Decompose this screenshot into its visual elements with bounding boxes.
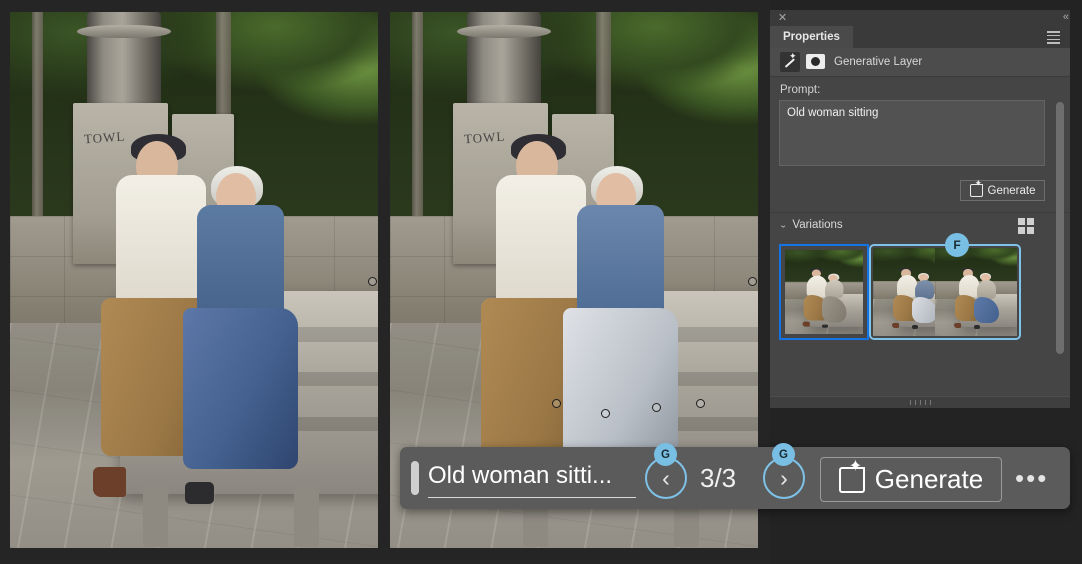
- variation-thumb-2[interactable]: [931, 244, 1021, 340]
- generate-button-label: Generate: [987, 184, 1036, 197]
- chevron-down-icon[interactable]: ⌄: [779, 221, 787, 230]
- tree-trunk: [32, 12, 44, 227]
- selection-handle-right-middle[interactable]: [748, 277, 757, 286]
- generate-taskbar-label: Generate: [874, 464, 984, 494]
- shortcut-badge-g-next: G: [772, 443, 795, 466]
- taskbar-prompt-underline: [428, 497, 636, 499]
- layer-mask-icon[interactable]: [806, 54, 825, 69]
- selection-handle[interactable]: [652, 403, 661, 412]
- variations-row: F: [770, 233, 1070, 344]
- generate-sparkle-icon: [969, 178, 983, 197]
- app-root: TOWL TOWL ✕ « Properties ✦ Generative La…: [0, 0, 1082, 564]
- variation-thumb-image: [935, 248, 1017, 336]
- more-options-icon[interactable]: •••: [1015, 465, 1048, 491]
- selection-handle[interactable]: [601, 409, 610, 418]
- variations-label: Variations: [792, 219, 843, 231]
- contextual-taskbar[interactable]: Old woman sitti... ‹ G 3/3 › G Generate …: [400, 443, 1070, 509]
- variations-header[interactable]: ⌄ Variations: [779, 219, 843, 231]
- photo-before: TOWL: [10, 12, 378, 548]
- shortcut-badge-g-prev: G: [654, 443, 677, 466]
- panel-divider: [770, 212, 1070, 213]
- panel-menu-icon[interactable]: [1047, 31, 1060, 44]
- tree-trunk: [412, 12, 424, 227]
- panel-resize-bar[interactable]: [770, 396, 1070, 408]
- layer-name: Generative Layer: [834, 56, 923, 68]
- selection-handle[interactable]: [696, 399, 705, 408]
- generate-sparkle-icon: [838, 456, 865, 493]
- properties-panel-body: Generative Layer Prompt: Old woman sitti…: [770, 48, 1070, 396]
- drag-grip-icon[interactable]: [411, 461, 419, 495]
- close-icon[interactable]: ✕: [776, 12, 789, 25]
- selection-handle-right-middle[interactable]: [368, 277, 377, 286]
- generative-layer-row[interactable]: Generative Layer: [770, 48, 1070, 77]
- prompt-input[interactable]: Old woman sitting: [779, 100, 1045, 166]
- collapse-panel-icon[interactable]: «: [1063, 11, 1069, 23]
- panel-grip-icon: [910, 400, 934, 405]
- document-image-before[interactable]: TOWL: [10, 12, 378, 548]
- variations-generated-group[interactable]: [869, 244, 1021, 340]
- panel-tab-row: Properties: [770, 26, 1070, 49]
- generate-button-panel[interactable]: Generate: [960, 178, 1045, 201]
- variation-thumb-image: [785, 250, 863, 334]
- seated-woman: [182, 166, 301, 505]
- selection-handle[interactable]: [552, 399, 561, 408]
- prompt-label: Prompt:: [780, 84, 821, 96]
- variation-counter: 3/3: [700, 463, 737, 493]
- tab-properties[interactable]: Properties: [770, 26, 853, 48]
- generate-button-taskbar[interactable]: Generate: [820, 456, 1002, 502]
- generative-wand-icon: [780, 51, 800, 72]
- variation-thumb-original[interactable]: [779, 244, 869, 340]
- taskbar-prompt-text[interactable]: Old woman sitti...: [428, 459, 640, 497]
- panel-scrollbar[interactable]: [1056, 100, 1064, 392]
- grid-view-icon[interactable]: [1018, 218, 1035, 235]
- shortcut-badge-f: F: [945, 233, 969, 257]
